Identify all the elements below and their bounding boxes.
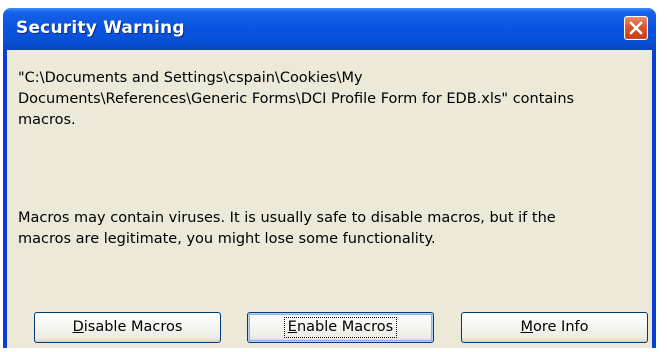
enable-hotkey: E xyxy=(287,319,297,335)
disable-label: isable Macros xyxy=(83,319,183,335)
more-hotkey: M xyxy=(520,319,533,335)
dialog-body: "C:\Documents and Settings\cspain\Cookie… xyxy=(7,50,652,348)
message-line: macros. xyxy=(18,112,76,128)
enable-label: nable Macros xyxy=(296,319,394,335)
file-path-message: "C:\Documents and Settings\cspain\Cookie… xyxy=(18,68,646,131)
virus-warning-message: Macros may contain viruses. It is usuall… xyxy=(18,208,646,250)
disable-hotkey: D xyxy=(72,319,84,335)
close-button[interactable] xyxy=(624,16,648,40)
disable-macros-button[interactable]: Disable Macros xyxy=(34,312,221,343)
message-line: "C:\Documents and Settings\cspain\Cookie… xyxy=(18,70,363,86)
more-label: ore Info xyxy=(533,319,589,335)
dialog-title: Security Warning xyxy=(16,18,185,38)
close-icon xyxy=(629,21,643,35)
focus-rect: Enable Macros xyxy=(283,317,398,338)
message-line: macros are legitimate, you might lose so… xyxy=(18,231,436,247)
security-warning-dialog: Security Warning "C:\Documents and Setti… xyxy=(3,8,656,348)
title-bar[interactable]: Security Warning xyxy=(3,8,656,50)
more-info-button[interactable]: More Info xyxy=(461,312,648,343)
enable-macros-button[interactable]: Enable Macros xyxy=(247,312,434,343)
message-line: Macros may contain viruses. It is usuall… xyxy=(18,210,556,226)
message-line: Documents\References\Generic Forms\DCI P… xyxy=(18,91,575,107)
